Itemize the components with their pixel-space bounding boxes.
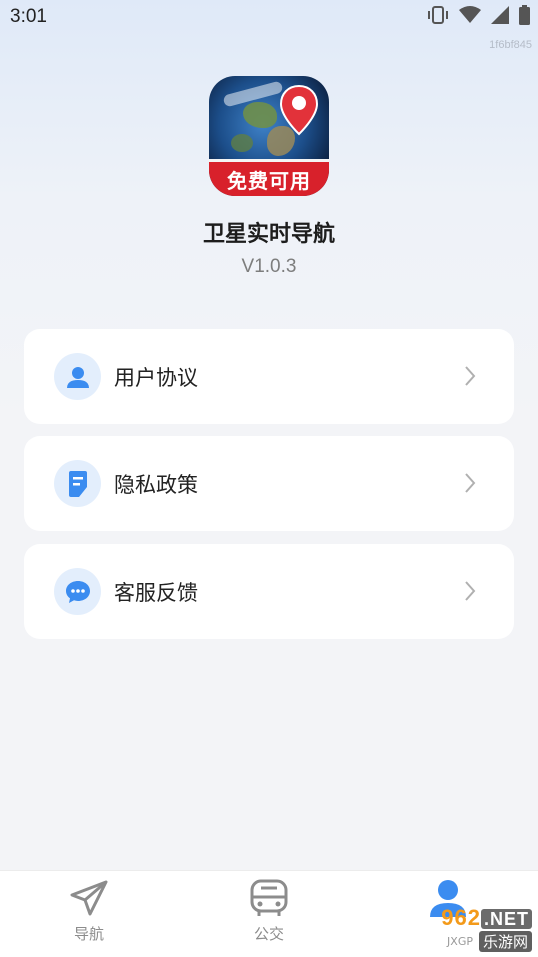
status-time: 3:01 bbox=[10, 6, 47, 27]
user-icon bbox=[54, 353, 101, 400]
chevron-right-icon bbox=[465, 581, 476, 601]
app-logo-badge: 免费可用 bbox=[209, 159, 329, 196]
menu-item-customer-feedback[interactable]: 客服反馈 bbox=[24, 544, 514, 639]
watermark-cn-text: 乐游网 bbox=[478, 931, 532, 952]
vibrate-icon bbox=[427, 6, 449, 28]
status-icons bbox=[427, 5, 530, 29]
wifi-icon bbox=[459, 6, 481, 28]
chevron-right-icon bbox=[465, 366, 476, 386]
nav-tab-label: 公交 bbox=[253, 925, 284, 943]
app-logo: 免费可用 bbox=[209, 76, 329, 196]
watermark-suffix: .NET bbox=[480, 909, 532, 929]
watermark-number: 962 bbox=[441, 905, 481, 930]
menu-item-label: 隐私政策 bbox=[114, 473, 198, 497]
signal-icon bbox=[491, 6, 509, 28]
menu-item-privacy-policy[interactable]: 隐私政策 bbox=[24, 436, 514, 531]
app-name: 卫星实时导航 bbox=[202, 222, 335, 247]
watermark-brand: 962 .NET bbox=[441, 906, 532, 931]
app-screen: 3:01 1f6bf845 免费可用 卫星实时导航 V1.0.3 用户协议 隐私… bbox=[0, 0, 538, 957]
build-id: 1f6bf845 bbox=[489, 39, 532, 51]
menu-item-label: 用户协议 bbox=[114, 366, 198, 390]
app-version: V1.0.3 bbox=[241, 256, 297, 277]
location-pin-icon bbox=[279, 84, 319, 136]
nav-tab-bus[interactable]: 公交 bbox=[209, 879, 329, 944]
watermark-logo: 962 .NET JXGP 乐游网 bbox=[404, 904, 532, 954]
menu-item-label: 客服反馈 bbox=[114, 581, 198, 605]
battery-icon bbox=[519, 5, 530, 29]
menu-item-user-agreement[interactable]: 用户协议 bbox=[24, 329, 514, 424]
paper-plane-icon bbox=[70, 880, 108, 916]
bus-icon bbox=[250, 879, 288, 916]
nav-tab-navigation[interactable]: 导航 bbox=[29, 879, 149, 944]
nav-tab-label: 导航 bbox=[73, 925, 104, 943]
document-icon bbox=[54, 460, 101, 507]
watermark-sub: JXGP 乐游网 bbox=[447, 931, 532, 952]
chat-bubble-icon bbox=[54, 568, 101, 615]
chevron-right-icon bbox=[465, 473, 476, 493]
status-bar: 3:01 1f6bf845 bbox=[0, 0, 538, 51]
watermark-small-text: JXGP bbox=[447, 935, 473, 948]
